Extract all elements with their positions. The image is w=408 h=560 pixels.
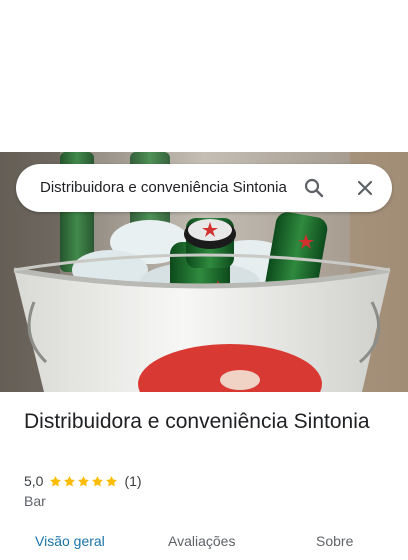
review-count[interactable]: (1) <box>124 473 141 489</box>
rating-stars <box>49 475 119 488</box>
search-icon[interactable] <box>302 176 326 200</box>
star-icon <box>78 475 90 486</box>
star-icon <box>64 475 76 486</box>
place-title: Distribuidora e conveniência Sintonia <box>24 410 370 433</box>
close-icon[interactable] <box>353 176 377 200</box>
tab-about[interactable]: Sobre <box>316 533 353 549</box>
rating-value: 5,0 <box>24 473 44 489</box>
tab-reviews[interactable]: Avaliações <box>168 533 235 549</box>
search-box[interactable]: Distribuidora e conveniência Sintonia <box>16 164 392 212</box>
star-icon <box>92 475 104 486</box>
rating-row[interactable]: 5,0 (1) <box>24 472 142 490</box>
place-category[interactable]: Bar <box>24 493 46 509</box>
star-icon <box>106 475 118 486</box>
star-icon <box>50 475 62 486</box>
tab-overview[interactable]: Visão geral <box>35 533 105 549</box>
tab-bar: Visão geral Avaliações Sobre <box>0 530 408 560</box>
search-input[interactable]: Distribuidora e conveniência Sintonia <box>40 164 294 212</box>
